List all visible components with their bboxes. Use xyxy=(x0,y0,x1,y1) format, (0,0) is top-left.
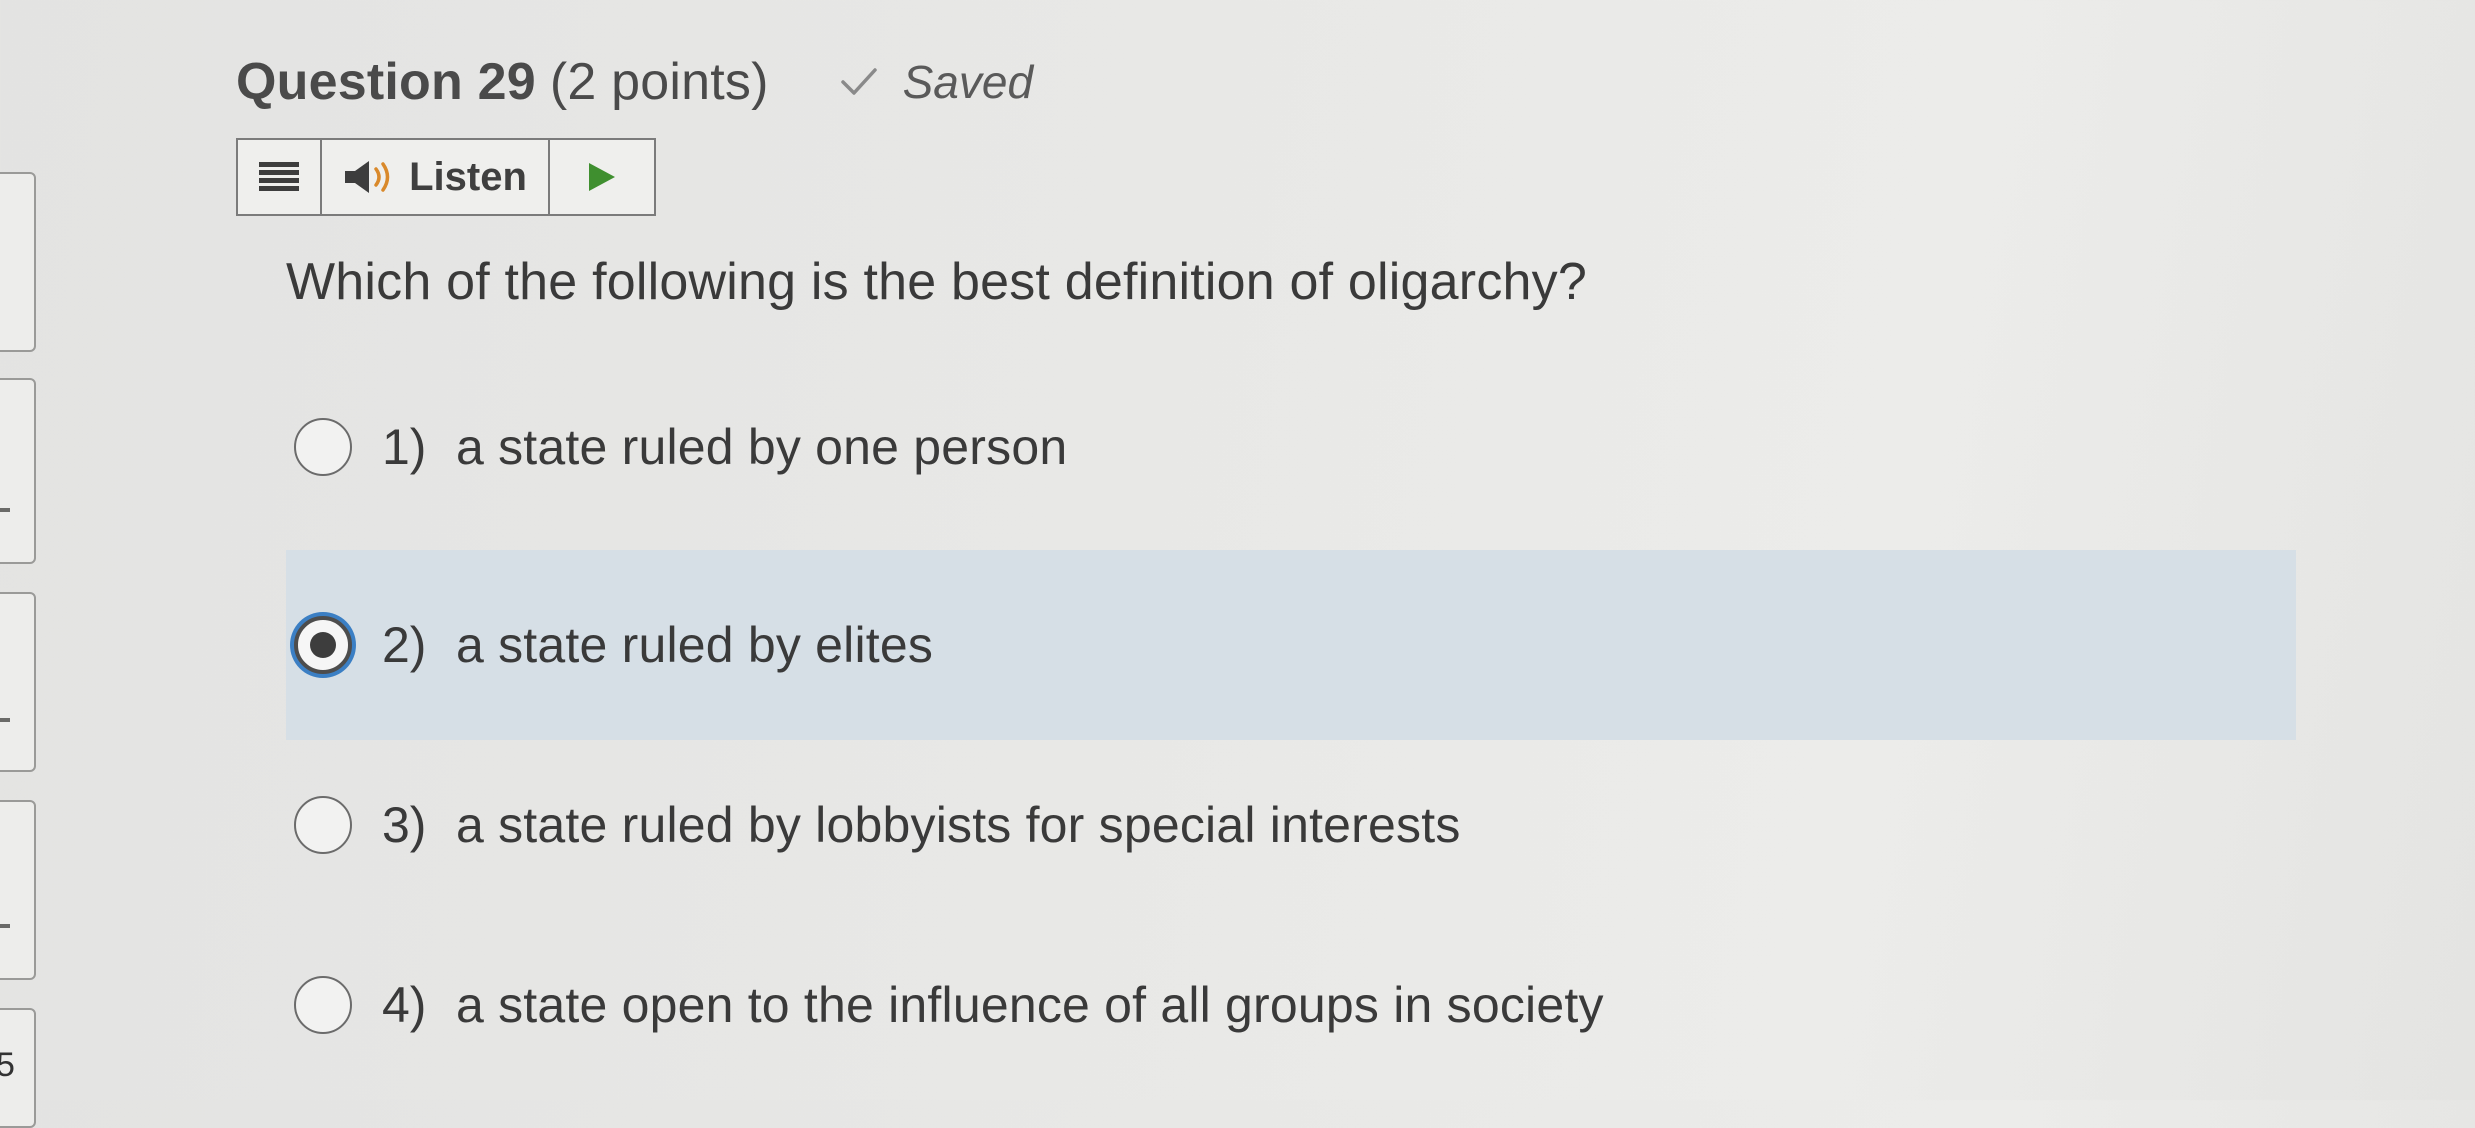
radio-selected-dot xyxy=(310,632,336,658)
question-nav-box[interactable] xyxy=(0,800,36,980)
question-number: Question 29 xyxy=(236,53,536,111)
option-number: 2) xyxy=(382,617,427,673)
speaker-icon xyxy=(345,161,390,193)
question-points: (2 points) xyxy=(549,53,769,111)
question-nav-box[interactable] xyxy=(0,592,36,772)
option-text[interactable]: a state ruled by one person xyxy=(456,418,1067,476)
answer-option-4[interactable]: 4) a state open to the influence of all … xyxy=(286,910,2296,1100)
answer-option-2[interactable]: 2) a state ruled by elites xyxy=(286,550,2296,740)
question-nav-box[interactable] xyxy=(0,172,36,352)
read-aloud-toolbar: Listen xyxy=(236,138,656,216)
question-prompt: Which of the following is the best defin… xyxy=(286,253,1587,311)
option-text[interactable]: a state ruled by lobbyists for special i… xyxy=(456,796,1461,854)
question-nav-strip: 2 5 xyxy=(0,0,40,1128)
option-number: 1) xyxy=(382,419,427,475)
saved-label: Saved xyxy=(902,56,1034,108)
play-icon xyxy=(589,163,615,191)
answer-option-3[interactable]: 3) a state ruled by lobbyists for specia… xyxy=(286,730,2296,920)
radio-button[interactable] xyxy=(294,976,352,1034)
menu-icon xyxy=(259,162,299,191)
question-title: Question 29 (2 points) xyxy=(236,52,769,112)
option-text[interactable]: a state ruled by elites xyxy=(456,616,933,674)
question-nav-box[interactable] xyxy=(0,378,36,564)
listen-label: Listen xyxy=(409,154,527,199)
radio-button[interactable] xyxy=(294,418,352,476)
radio-button[interactable] xyxy=(294,796,352,854)
option-text[interactable]: a state open to the influence of all gro… xyxy=(456,976,1604,1034)
answer-option-1[interactable]: 1) a state ruled by one person xyxy=(286,352,2296,542)
nav-question-number[interactable]: 5 xyxy=(0,1046,15,1085)
option-number: 3) xyxy=(382,797,427,853)
radio-button-selected[interactable] xyxy=(294,616,352,674)
saved-status: Saved xyxy=(837,55,1033,109)
read-aloud-menu-button[interactable] xyxy=(238,140,322,214)
nav-tick xyxy=(0,718,10,722)
nav-tick xyxy=(0,508,10,512)
check-icon xyxy=(840,68,877,95)
question-header: Question 29 (2 points) Saved xyxy=(236,52,1033,112)
option-number: 4) xyxy=(382,977,427,1033)
nav-tick xyxy=(0,924,10,928)
play-button[interactable] xyxy=(550,140,654,214)
listen-button[interactable]: Listen xyxy=(322,140,550,214)
